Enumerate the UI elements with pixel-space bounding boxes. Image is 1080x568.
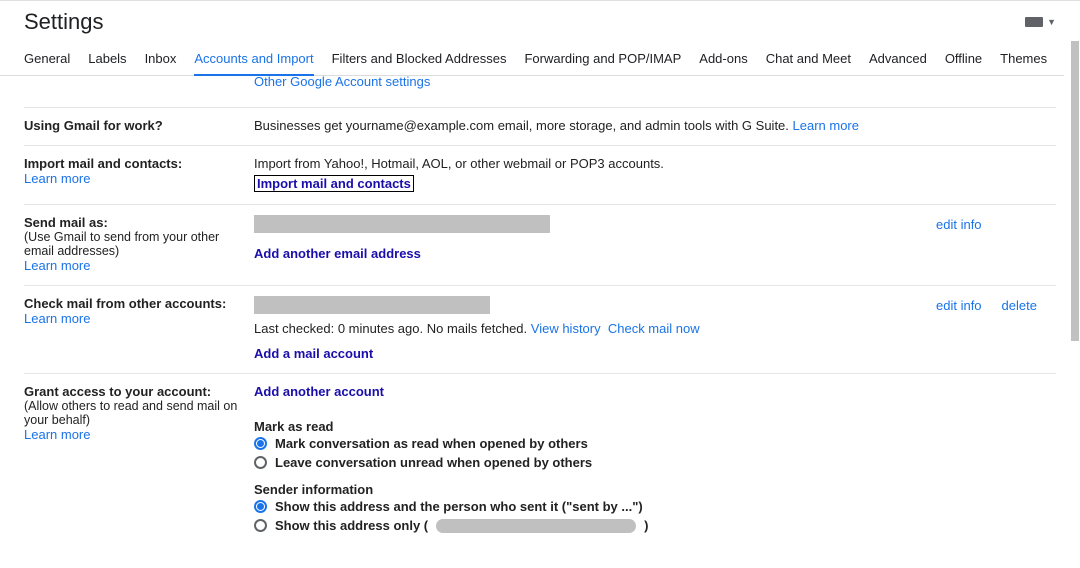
tab-filters[interactable]: Filters and Blocked Addresses bbox=[332, 47, 507, 75]
mark-as-read-heading: Mark as read bbox=[254, 419, 1056, 434]
tab-labels[interactable]: Labels bbox=[88, 47, 126, 75]
using-gmail-work-text: Businesses get yourname@example.com emai… bbox=[254, 118, 793, 133]
settings-content: Change password recovery options Other G… bbox=[0, 76, 1080, 566]
import-mail-text: Import from Yahoo!, Hotmail, AOL, or oth… bbox=[254, 156, 1056, 171]
grant-access-title: Grant access to your account: bbox=[24, 384, 242, 399]
grant-access-learn-more-link[interactable]: Learn more bbox=[24, 427, 90, 442]
sender-info-heading: Sender information bbox=[254, 482, 1056, 497]
vertical-scrollbar[interactable] bbox=[1064, 1, 1080, 568]
show-address-only-label-suffix: ) bbox=[644, 518, 648, 533]
grant-access-subtext: (Allow others to read and send mail on y… bbox=[24, 399, 242, 427]
show-address-and-sender-label: Show this address and the person who sen… bbox=[275, 499, 643, 514]
other-google-account-settings-link[interactable]: Other Google Account settings bbox=[254, 76, 430, 89]
show-address-only-radio[interactable] bbox=[254, 519, 267, 532]
check-mail-learn-more-link[interactable]: Learn more bbox=[24, 311, 90, 326]
tab-chat-meet[interactable]: Chat and Meet bbox=[766, 47, 851, 75]
mark-read-radio[interactable] bbox=[254, 437, 267, 450]
redacted-account bbox=[254, 296, 490, 314]
import-learn-more-link[interactable]: Learn more bbox=[24, 171, 90, 186]
chevron-down-icon: ▼ bbox=[1047, 17, 1056, 27]
mark-read-option-label: Mark conversation as read when opened by… bbox=[275, 436, 588, 451]
scrollbar-thumb[interactable] bbox=[1071, 41, 1079, 341]
gsuite-learn-more-link[interactable]: Learn more bbox=[793, 118, 859, 133]
check-mail-title: Check mail from other accounts: bbox=[24, 296, 242, 311]
tab-offline[interactable]: Offline bbox=[945, 47, 982, 75]
tab-general[interactable]: General bbox=[24, 47, 70, 75]
keyboard-icon bbox=[1025, 17, 1043, 27]
show-address-and-sender-radio[interactable] bbox=[254, 500, 267, 513]
using-gmail-work-title: Using Gmail for work? bbox=[24, 118, 242, 133]
view-history-link[interactable]: View history bbox=[531, 321, 601, 336]
add-another-account-link[interactable]: Add another account bbox=[254, 384, 384, 399]
send-mail-as-title: Send mail as: bbox=[24, 215, 242, 230]
check-mail-now-link[interactable]: Check mail now bbox=[608, 321, 700, 336]
tab-add-ons[interactable]: Add-ons bbox=[699, 47, 747, 75]
import-mail-title: Import mail and contacts: bbox=[24, 156, 242, 171]
show-address-only-label-prefix: Show this address only ( bbox=[275, 518, 428, 533]
leave-unread-radio[interactable] bbox=[254, 456, 267, 469]
tab-inbox[interactable]: Inbox bbox=[145, 47, 177, 75]
redacted-address bbox=[436, 519, 636, 533]
tab-forwarding[interactable]: Forwarding and POP/IMAP bbox=[524, 47, 681, 75]
add-another-email-link[interactable]: Add another email address bbox=[254, 246, 421, 261]
settings-tabs: General Labels Inbox Accounts and Import… bbox=[0, 47, 1080, 76]
send-mail-as-learn-more-link[interactable]: Learn more bbox=[24, 258, 90, 273]
tab-themes[interactable]: Themes bbox=[1000, 47, 1047, 75]
add-mail-account-link[interactable]: Add a mail account bbox=[254, 346, 373, 361]
leave-unread-option-label: Leave conversation unread when opened by… bbox=[275, 455, 592, 470]
send-mail-as-subtext: (Use Gmail to send from your other email… bbox=[24, 230, 242, 258]
check-mail-status: Last checked: 0 minutes ago. No mails fe… bbox=[254, 321, 531, 336]
input-tools-menu[interactable]: ▼ bbox=[1025, 17, 1056, 27]
check-mail-edit-link[interactable]: edit info bbox=[936, 298, 982, 313]
send-mail-as-edit-link[interactable]: edit info bbox=[936, 217, 982, 232]
page-title: Settings bbox=[24, 9, 104, 35]
tab-advanced[interactable]: Advanced bbox=[869, 47, 927, 75]
redacted-email bbox=[254, 215, 550, 233]
import-mail-contacts-link[interactable]: Import mail and contacts bbox=[254, 175, 414, 192]
tab-accounts-and-import[interactable]: Accounts and Import bbox=[194, 47, 313, 76]
check-mail-delete-link[interactable]: delete bbox=[1002, 298, 1037, 313]
